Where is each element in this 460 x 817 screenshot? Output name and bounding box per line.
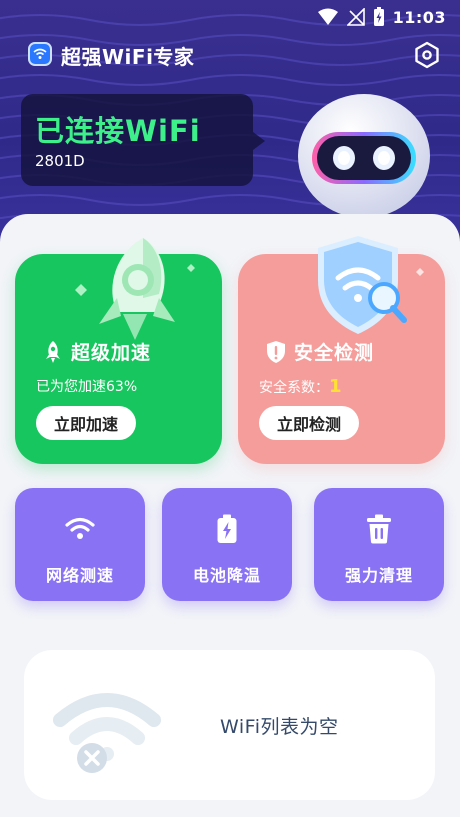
wifi-empty-icon	[53, 693, 161, 773]
wifi-icon	[63, 512, 97, 546]
app-logo-icon	[28, 42, 52, 66]
battery-cool-tool[interactable]: 电池降温	[162, 488, 292, 601]
speed-subtitle: 已为您加速63%	[36, 379, 138, 395]
wifi-list-empty-text: WiFi列表为空	[220, 716, 339, 738]
shield-illustration-icon	[318, 236, 424, 334]
status-bar: 11:03	[0, 0, 460, 34]
speed-test-tool[interactable]: 网络测速	[15, 488, 145, 601]
tool-label: 强力清理	[344, 566, 413, 585]
connection-status-bubble: 已连接WiFi 2801D	[21, 94, 265, 186]
rocket-illustration-icon	[75, 238, 195, 340]
battery-icon	[210, 512, 244, 546]
connected-ssid: 2801D	[35, 152, 85, 170]
battery-charging-icon	[373, 7, 384, 26]
app-title: 超强WiFi专家	[61, 45, 195, 69]
tool-label: 网络测速	[45, 566, 114, 585]
settings-button[interactable]	[412, 40, 442, 70]
speed-title: 超级加速	[71, 342, 152, 364]
super-speed-card[interactable]: 超级加速 已为您加速63% 立即加速	[15, 238, 222, 464]
deep-clean-tool[interactable]: 强力清理	[314, 488, 444, 601]
wifi-signal-icon	[317, 8, 338, 25]
connection-status: 已连接WiFi	[35, 114, 201, 148]
security-score-label: 安全系数：	[259, 380, 329, 396]
app-header: 超强WiFi专家	[0, 38, 460, 72]
security-score-value: 1	[329, 376, 342, 397]
trash-icon	[362, 512, 396, 546]
cellular-icon	[346, 8, 365, 26]
tool-label: 电池降温	[192, 566, 261, 585]
check-title: 安全检测	[294, 342, 375, 364]
wifi-list-panel: WiFi列表为空	[24, 650, 435, 800]
check-now-button[interactable]: 立即检测	[259, 406, 360, 440]
shield-alert-icon	[267, 340, 285, 363]
robot-mascot	[298, 94, 430, 218]
speed-title-row: 超级加速	[43, 338, 151, 365]
settings-hexagon-icon	[415, 41, 439, 69]
check-title-row: 安全检测	[266, 338, 374, 365]
security-check-card[interactable]: 安全检测 安全系数：1 立即检测	[238, 236, 445, 464]
rocket-icon	[46, 340, 60, 363]
security-score: 安全系数：1	[259, 376, 342, 397]
status-time: 11:03	[392, 7, 446, 27]
speed-up-button[interactable]: 立即加速	[36, 406, 137, 440]
status-icons: 11:03	[317, 6, 446, 28]
